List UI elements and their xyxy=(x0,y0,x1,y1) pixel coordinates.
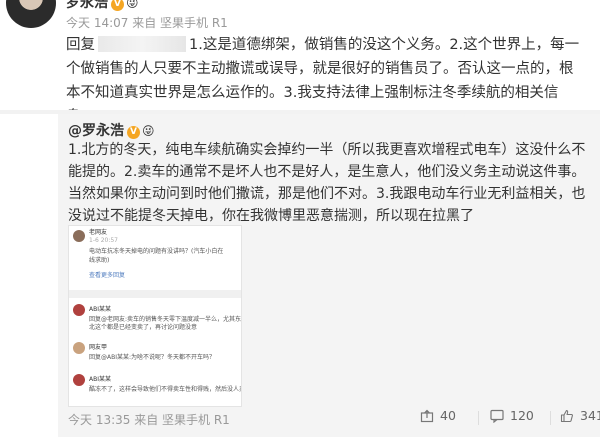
thumbs-up-icon xyxy=(560,409,574,423)
user-avatar[interactable] xyxy=(6,0,56,28)
mini-avatar xyxy=(73,230,85,242)
like-count: 341 xyxy=(580,408,600,423)
comment-author-name[interactable]: 罗永浩 xyxy=(66,0,108,11)
emoji-badge-icon: 😜 xyxy=(126,0,139,10)
comment-icon xyxy=(490,409,504,423)
mini-text: 北这个都是已经变卖了，再讨论问题没意 xyxy=(89,324,198,331)
repost-meta: 今天 13:35 来自 坚果手机 R1 xyxy=(68,413,230,427)
action-separator xyxy=(550,411,551,425)
comment-button[interactable]: 120 xyxy=(490,408,534,423)
mini-avatar xyxy=(73,374,85,386)
share-count: 40 xyxy=(440,408,456,423)
embedded-comment-card: ABI某某 回复@老网友:卖车的销售冬天零下温度减一半么，尤其东 北这个都是已经… xyxy=(69,298,241,406)
mini-text: 回复@老网友:卖车的销售冬天零下温度减一半么，尤其东 xyxy=(89,316,242,323)
mini-avatar xyxy=(73,304,85,316)
mini-time: 1-6 20:57 xyxy=(89,237,118,244)
emoji-badge-icon: 😜 xyxy=(142,124,155,138)
mini-text: 线求助) xyxy=(89,257,110,264)
repost-author[interactable]: @罗永浩 V 😜 xyxy=(68,120,155,140)
embedded-screenshot[interactable]: 老网友 1-6 20:57 电动车抗冻冬天掉电的问题有没讲吗？(汽车小白在 线求… xyxy=(68,225,242,407)
mini-avatar xyxy=(73,342,85,354)
action-separator xyxy=(478,411,479,425)
mini-user-name: ABI某某 xyxy=(89,306,111,313)
mini-text: 酷冻不了，这样会导致他们不得卖车性和得贱，然后没人买 xyxy=(89,386,242,393)
verified-badge-icon: V xyxy=(111,0,124,11)
mini-more-link: 查看更多回复 xyxy=(89,272,126,279)
reply-prefix: 回复 xyxy=(66,37,95,53)
mini-user-name: 老网友 xyxy=(89,229,108,236)
embedded-comment-card: 老网友 1-6 20:57 电动车抗冻冬天掉电的问题有没讲吗？(汽车小白在 线求… xyxy=(69,226,241,290)
mini-text: 回复@ABI某某:为啥不说呢？冬天都不开车吗？ xyxy=(89,354,216,361)
like-button[interactable]: 341 xyxy=(560,408,600,423)
share-button[interactable]: 40 xyxy=(420,408,456,423)
repost-text: 1.北方的冬天，纯电车续航确实会掉约一半（所以我更喜欢增程式电车）这没什么不能提… xyxy=(68,142,586,224)
comment-meta: 今天 14:07 来自 坚果手机 R1 xyxy=(66,16,228,30)
share-icon xyxy=(420,409,434,423)
repost-mention[interactable]: @罗永浩 xyxy=(68,123,124,139)
comment-author[interactable]: 罗永浩 V 😜 xyxy=(66,0,139,12)
mini-text: 电动车抗冻冬天掉电的问题有没讲吗？(汽车小白在 xyxy=(89,248,224,255)
mini-user-name: 网友甲 xyxy=(89,344,108,351)
redacted-username xyxy=(98,36,186,52)
mini-user-name: ABI某某 xyxy=(89,376,111,383)
verified-badge-icon: V xyxy=(127,126,140,139)
comment-count: 120 xyxy=(510,408,534,423)
